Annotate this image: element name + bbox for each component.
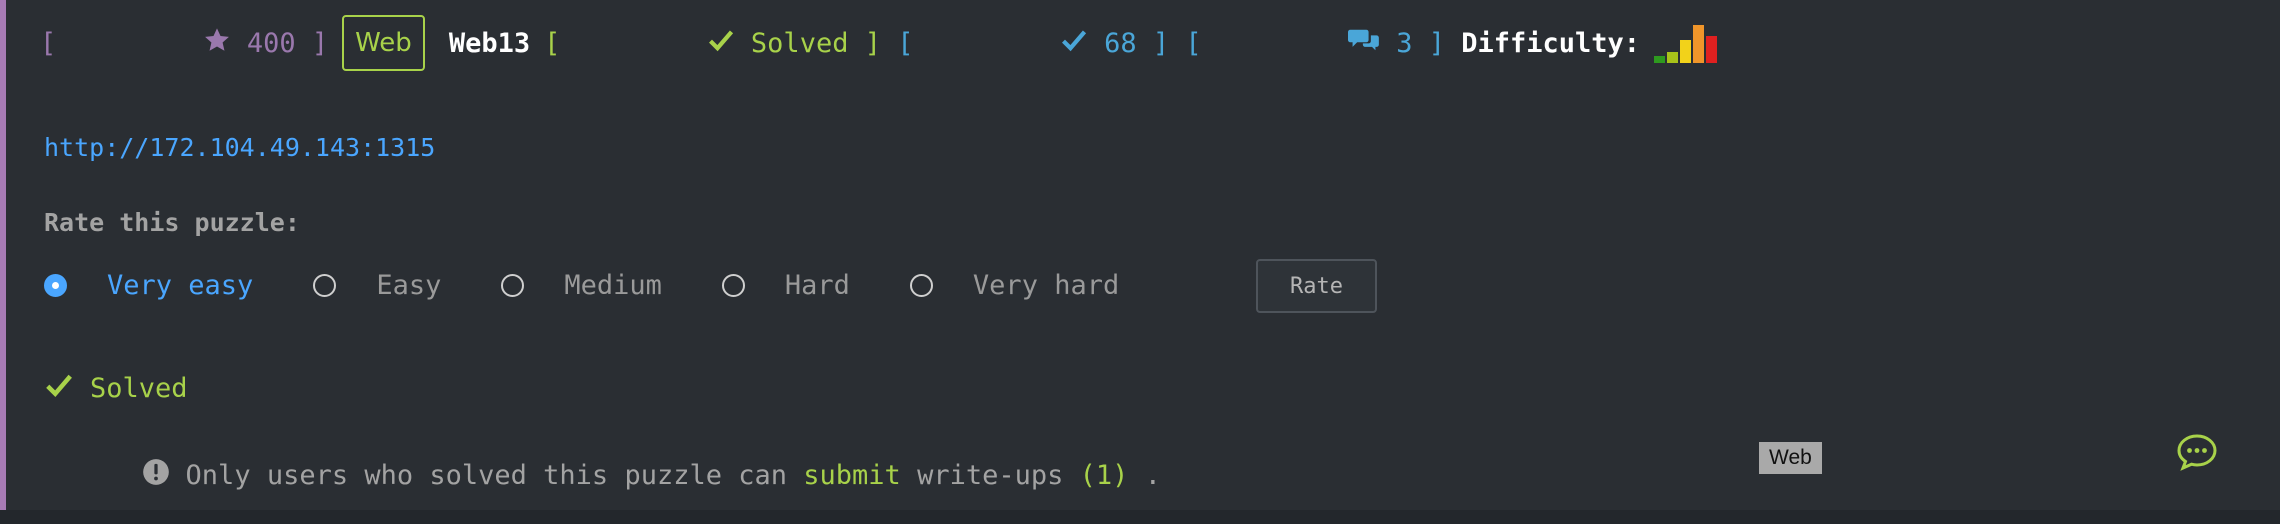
points-group: [ 400 ]: [40, 0, 328, 92]
rate-title: Rate this puzzle:: [44, 208, 300, 237]
exclamation-circle-icon: [44, 427, 170, 524]
difficulty-label: Difficulty:: [1461, 27, 1641, 59]
rating-option[interactable]: Hard: [721, 269, 850, 301]
check-icon: [44, 370, 74, 407]
difficulty-bar: [1693, 25, 1705, 63]
rating-option[interactable]: Medium: [501, 270, 662, 301]
category-badge[interactable]: Web: [342, 15, 425, 71]
rating-option-label: Medium: [564, 269, 662, 301]
solved-status: Solved: [44, 370, 188, 407]
radio-button[interactable]: [44, 273, 67, 297]
rating-option-label: Very hard: [972, 269, 1120, 301]
rate-button[interactable]: Rate: [1256, 259, 1377, 313]
difficulty-bar: [1680, 40, 1692, 63]
difficulty-bar: [1667, 52, 1679, 63]
solved-indicator: [ Solved ]: [544, 0, 897, 92]
rating-options: Very easy Easy Medium Hard Very hard: [44, 255, 1179, 315]
puzzle-url[interactable]: http://172.104.49.143:1315: [44, 133, 435, 162]
rating-option-label: Easy: [376, 269, 442, 301]
writeups-prefix: Only users who solved this puzzle can: [185, 460, 787, 491]
writeups-suffix: .: [1144, 460, 1161, 491]
solves-value: 68: [1104, 27, 1137, 59]
comments-icon: [1218, 0, 1380, 92]
category-tooltip: Web: [1759, 442, 1822, 474]
rating-option[interactable]: Very easy: [44, 270, 253, 301]
chat-bubble-icon[interactable]: [2176, 433, 2218, 477]
solves-count: [ 68 ]: [897, 0, 1185, 92]
check-icon: [577, 0, 735, 92]
puzzle-card: [ 400 ] Web Web13 [ Solved ] [ 68 ] [3 …: [0, 0, 2280, 510]
puzzle-header: [ 400 ] Web Web13 [ Solved ] [ 68 ] [3 …: [40, 15, 1719, 71]
comments-count[interactable]: [ 3 ]: [1185, 0, 1461, 92]
writeups-label: write-ups: [917, 460, 1064, 491]
solved-label: Solved: [750, 27, 849, 59]
difficulty-meter: [1654, 23, 1719, 63]
submit-link[interactable]: submit: [803, 460, 901, 491]
rating-option-label: Hard: [784, 269, 850, 301]
solved-status-text: Solved: [90, 373, 188, 404]
radio-button[interactable]: [313, 273, 337, 297]
check-icon: [930, 0, 1088, 92]
star-icon: [73, 0, 231, 92]
writeups-notice: Only users who solved this puzzle can su…: [44, 427, 1161, 524]
difficulty-bar: [1706, 36, 1718, 63]
rating-option[interactable]: Very hard: [909, 269, 1120, 301]
comments-value: 3: [1396, 27, 1413, 59]
points-value: 400: [246, 27, 296, 59]
rating-option-label: Very easy: [107, 269, 254, 301]
writeups-count-link[interactable]: (1): [1080, 460, 1129, 491]
rating-option[interactable]: Easy: [313, 270, 441, 301]
radio-button[interactable]: [721, 273, 745, 297]
radio-button[interactable]: [501, 273, 525, 297]
puzzle-name: Web13: [448, 27, 531, 59]
radio-button[interactable]: [909, 273, 933, 297]
difficulty-bar: [1654, 56, 1666, 63]
